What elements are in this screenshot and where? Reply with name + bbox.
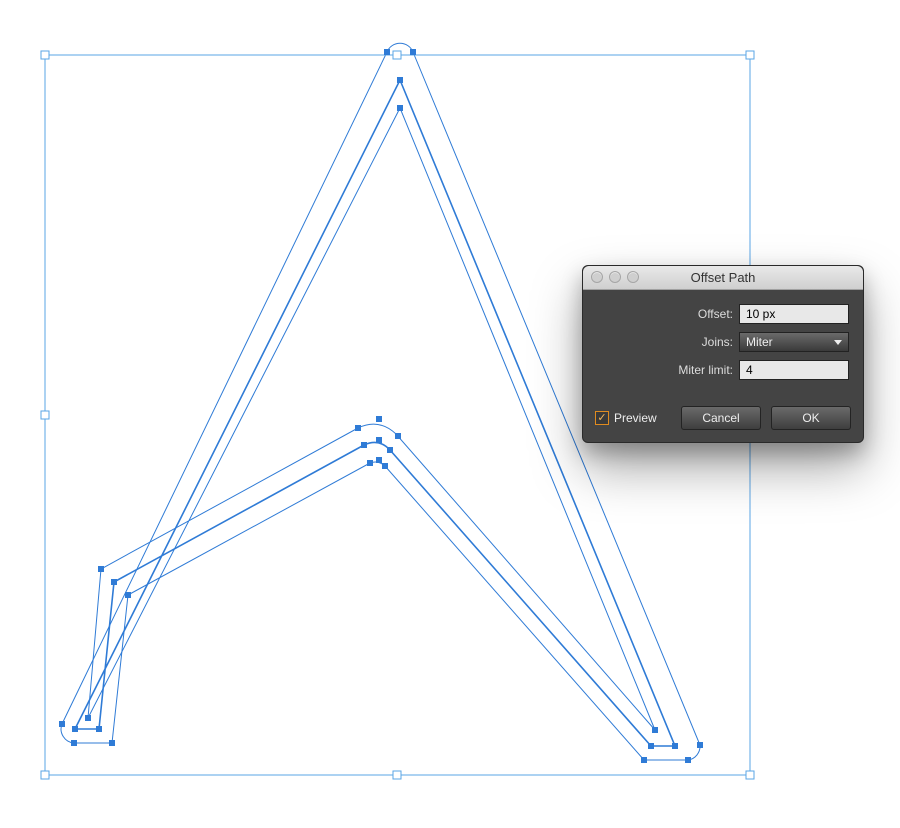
preview-label: Preview [614,411,657,425]
offset-path-dialog[interactable]: Offset Path Offset: Joins: Miter Miter l… [582,265,864,443]
offset-label: Offset: [698,307,733,321]
close-icon[interactable] [591,271,603,283]
illustrator-artboard[interactable]: Offset Path Offset: Joins: Miter Miter l… [0,0,900,828]
dialog-titlebar[interactable]: Offset Path [583,266,863,290]
joins-label: Joins: [702,335,733,349]
miter-limit-label: Miter limit: [678,363,733,377]
joins-select[interactable]: Miter [739,332,849,352]
offset-path-inner[interactable] [88,108,655,730]
miter-limit-field[interactable] [739,360,849,380]
joins-value: Miter [746,335,773,349]
minimize-icon[interactable] [609,271,621,283]
dialog-footer: ✓ Preview Cancel OK [583,396,863,442]
preview-checkbox[interactable]: ✓ [595,411,609,425]
anchor-points-inner[interactable] [85,105,658,733]
ok-button[interactable]: OK [771,406,851,430]
offset-field[interactable] [739,304,849,324]
chevron-down-icon [834,340,842,345]
window-controls[interactable] [591,271,639,283]
dialog-title: Offset Path [691,270,756,285]
cancel-button[interactable]: Cancel [681,406,761,430]
dialog-body: Offset: Joins: Miter Miter limit: [583,290,863,396]
zoom-icon[interactable] [627,271,639,283]
